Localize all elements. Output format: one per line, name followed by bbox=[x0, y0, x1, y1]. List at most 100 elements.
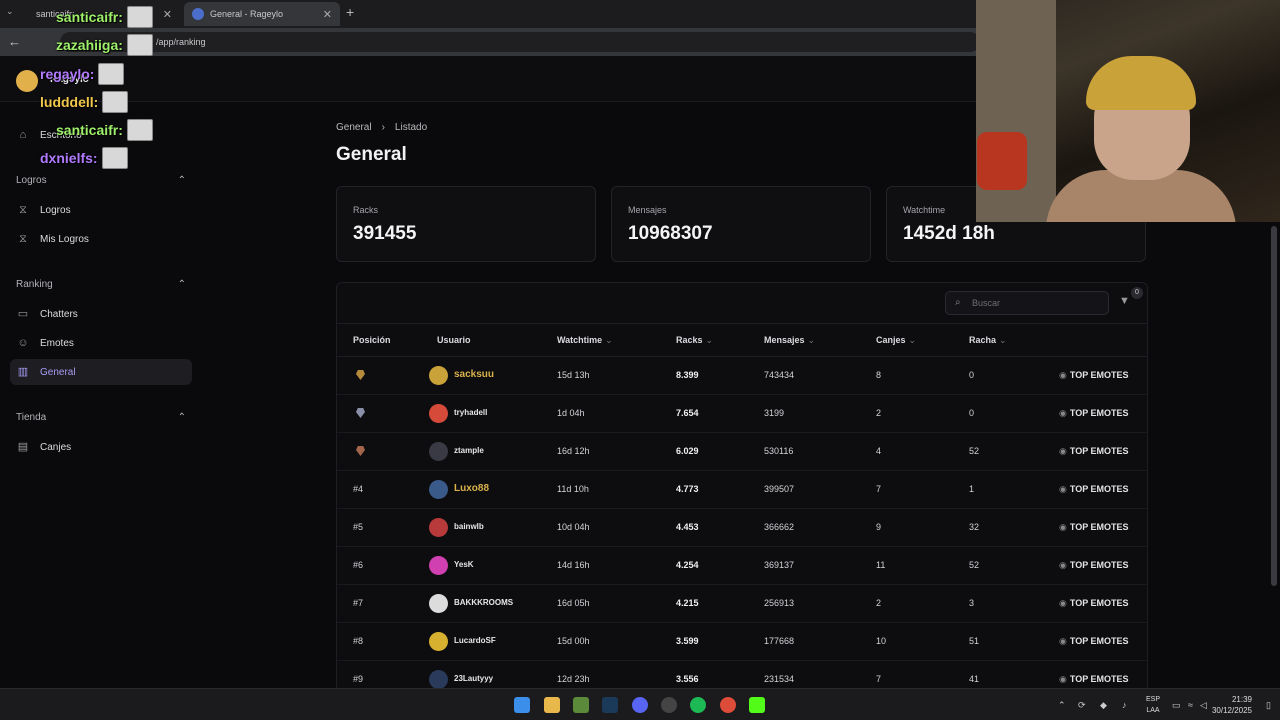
table-row[interactable]: tryhadell 1d 04h 7.654 3199 2 0 ◉ TOP EMOTES bbox=[337, 395, 1147, 433]
shield-icon[interactable]: ◆ bbox=[1100, 700, 1107, 711]
table-row[interactable]: #6 YesK 14d 16h 4.254 369137 11 52 ◉ TOP EMOTES bbox=[337, 547, 1147, 585]
top-emotes-button[interactable]: ◉ TOP EMOTES bbox=[1059, 636, 1129, 647]
top-emotes-label: TOP EMOTES bbox=[1069, 408, 1129, 418]
sidebar-item-canjes[interactable]: ▤ Canjes bbox=[10, 434, 192, 460]
top-emotes-label: TOP EMOTES bbox=[1069, 598, 1129, 608]
top-emotes-button[interactable]: ◉ TOP EMOTES bbox=[1059, 522, 1129, 533]
monitor-icon[interactable]: ▭ bbox=[1172, 700, 1181, 711]
sync-icon[interactable]: ⟳ bbox=[1078, 700, 1086, 711]
username-link[interactable]: YesK bbox=[454, 560, 474, 569]
table-row[interactable]: ztample 16d 12h 6.029 530116 4 52 ◉ TOP EMOTES bbox=[337, 433, 1147, 471]
page-title: General bbox=[336, 144, 407, 165]
sidebar-item-logros[interactable]: ⧖ Logros bbox=[10, 197, 192, 223]
stat-label: Watchtime bbox=[903, 205, 946, 215]
url-field[interactable]: /app/ranking bbox=[60, 32, 980, 52]
username-link[interactable]: tryhadell bbox=[454, 408, 487, 417]
kick-icon[interactable] bbox=[749, 697, 765, 713]
tab-2[interactable]: General - Rageylo ✕ bbox=[184, 2, 340, 26]
sidebar-item-label: Emotes bbox=[40, 337, 74, 349]
column-header-mensajes[interactable]: Mensajes ⌄ bbox=[764, 335, 815, 346]
user-avatar[interactable] bbox=[429, 404, 448, 423]
new-tab-icon[interactable]: + bbox=[346, 4, 354, 20]
table-row[interactable]: #8 LucardoSF 15d 00h 3.599 177668 10 51 ◉ TOP EM… bbox=[337, 623, 1147, 661]
racha-cell: 41 bbox=[969, 674, 980, 684]
username-link[interactable]: 23Lautyyy bbox=[454, 674, 493, 683]
position-cell: #5 bbox=[353, 522, 364, 532]
username-link[interactable]: Luxo88 bbox=[454, 483, 489, 494]
breadcrumb: General › Listado bbox=[336, 122, 427, 133]
user-avatar[interactable] bbox=[429, 556, 448, 575]
close-icon[interactable]: ✕ bbox=[163, 8, 172, 21]
user-avatar[interactable] bbox=[429, 594, 448, 613]
tab-list-icon[interactable]: ⌄ bbox=[6, 6, 20, 20]
user-avatar[interactable] bbox=[429, 442, 448, 461]
table-row[interactable]: sacksuu 15d 13h 8.399 743434 8 0 ◉ TOP EMOTES bbox=[337, 357, 1147, 395]
chrome-icon[interactable] bbox=[720, 697, 736, 713]
mensajes-cell: 366662 bbox=[764, 522, 795, 532]
scrollbar[interactable] bbox=[1271, 226, 1277, 586]
user-avatar[interactable] bbox=[429, 366, 448, 385]
sidebar-item-chatters[interactable]: ▭ Chatters bbox=[10, 301, 192, 327]
avatar[interactable] bbox=[16, 70, 38, 92]
username-link[interactable]: BAKKKROOMS bbox=[454, 598, 513, 607]
chat-username: santicaifr: bbox=[56, 9, 123, 25]
top-emotes-button[interactable]: ◉ TOP EMOTES bbox=[1059, 370, 1129, 381]
breadcrumb-item[interactable]: Listado bbox=[395, 122, 427, 133]
top-emotes-button[interactable]: ◉ TOP EMOTES bbox=[1059, 484, 1129, 495]
eye-icon: ◉ bbox=[1059, 636, 1067, 646]
username-link[interactable]: ztample bbox=[454, 446, 484, 455]
stat-value: 10968307 bbox=[628, 223, 713, 244]
section-header-tienda[interactable]: Tienda ⌃ bbox=[16, 412, 186, 423]
file-explorer-icon[interactable] bbox=[544, 697, 560, 713]
user-avatar[interactable] bbox=[429, 632, 448, 651]
search-input[interactable]: ⌕ Buscar bbox=[945, 291, 1109, 315]
column-header-canjes[interactable]: Canjes ⌄ bbox=[876, 335, 916, 346]
table-row[interactable]: #7 BAKKKROOMS 16d 05h 4.215 256913 2 3 ◉ TOP EMO… bbox=[337, 585, 1147, 623]
discord-icon[interactable] bbox=[632, 697, 648, 713]
microphone-icon[interactable]: ♪ bbox=[1122, 700, 1127, 710]
top-emotes-button[interactable]: ◉ TOP EMOTES bbox=[1059, 446, 1129, 457]
chevron-up-icon[interactable]: ⌃ bbox=[1058, 700, 1066, 711]
sidebar-item-mis-logros[interactable]: ⧖ Mis Logros bbox=[10, 226, 192, 252]
column-header-racks[interactable]: Racks ⌄ bbox=[676, 335, 713, 346]
section-header-ranking[interactable]: Ranking ⌃ bbox=[16, 279, 186, 290]
steam-icon[interactable] bbox=[602, 697, 618, 713]
table-row[interactable]: #5 bainwlb 10d 04h 4.453 366662 9 32 ◉ TOP EMOTE… bbox=[337, 509, 1147, 547]
username-link[interactable]: bainwlb bbox=[454, 522, 484, 531]
sidebar-item-emotes[interactable]: ☺ Emotes bbox=[10, 330, 192, 356]
mensajes-cell: 177668 bbox=[764, 636, 795, 646]
app-icon[interactable] bbox=[661, 697, 677, 713]
username-link[interactable]: sacksuu bbox=[454, 369, 494, 380]
user-avatar[interactable] bbox=[429, 480, 448, 499]
sidebar-item-general[interactable]: ▥ General bbox=[10, 359, 192, 385]
breadcrumb-item[interactable]: General bbox=[336, 122, 372, 133]
close-icon[interactable]: ✕ bbox=[323, 8, 332, 21]
wifi-icon[interactable]: ≈ bbox=[1188, 700, 1193, 710]
chat-message: zazahiiga: bbox=[56, 34, 153, 56]
top-emotes-button[interactable]: ◉ TOP EMOTES bbox=[1059, 598, 1129, 609]
top-emotes-button[interactable]: ◉ TOP EMOTES bbox=[1059, 674, 1129, 685]
windows-start-icon[interactable] bbox=[514, 697, 530, 713]
clock[interactable]: 21:39 30/12/2025 bbox=[1206, 694, 1252, 716]
top-emotes-button[interactable]: ◉ TOP EMOTES bbox=[1059, 560, 1129, 571]
racha-cell: 0 bbox=[969, 370, 975, 380]
notification-icon[interactable]: ▯ bbox=[1266, 700, 1271, 711]
username-link[interactable]: LucardoSF bbox=[454, 636, 496, 645]
top-emotes-button[interactable]: ◉ TOP EMOTES bbox=[1059, 408, 1129, 419]
table-row[interactable]: #4 Luxo88 11d 10h 4.773 399507 7 1 ◉ TOP EMOTES bbox=[337, 471, 1147, 509]
medal-icon bbox=[356, 370, 365, 380]
emote-icon bbox=[126, 6, 153, 28]
back-arrow-icon[interactable]: ← bbox=[8, 34, 21, 49]
language-indicator[interactable]: ESP LAA bbox=[1144, 694, 1162, 716]
racks-cell: 4.453 bbox=[676, 522, 699, 532]
spotify-icon[interactable] bbox=[690, 697, 706, 713]
user-avatar[interactable] bbox=[429, 518, 448, 537]
column-header-posicion: Posición bbox=[353, 335, 391, 345]
column-header-racha[interactable]: Racha ⌄ bbox=[969, 335, 1007, 346]
filter-icon[interactable]: ▼ bbox=[1119, 295, 1130, 307]
column-header-watchtime[interactable]: Watchtime ⌄ bbox=[557, 335, 613, 346]
watchtime-cell: 15d 13h bbox=[557, 370, 590, 380]
user-avatar[interactable] bbox=[429, 670, 448, 689]
section-header-logros[interactable]: Logros ⌃ bbox=[16, 175, 186, 186]
minecraft-icon[interactable] bbox=[573, 697, 589, 713]
